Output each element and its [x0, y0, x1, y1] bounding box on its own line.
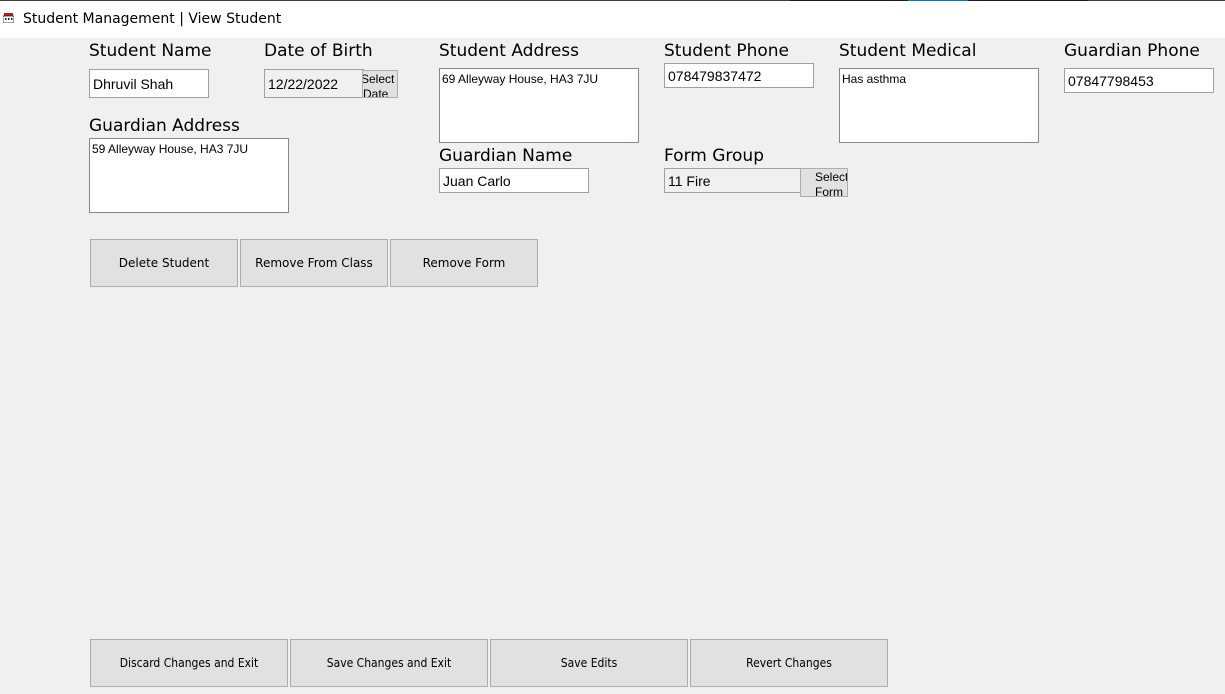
date-of-birth-input[interactable]	[264, 69, 364, 98]
save-changes-exit-button[interactable]: Save Changes and Exit	[290, 639, 488, 687]
select-form-button[interactable]: Select Form	[800, 168, 848, 197]
student-name-label: Student Name	[89, 41, 212, 61]
student-address-label: Student Address	[439, 41, 580, 61]
student-phone-label: Student Phone	[664, 41, 789, 61]
student-name-input[interactable]	[89, 69, 209, 98]
date-of-birth-label: Date of Birth	[264, 41, 373, 61]
guardian-phone-label: Guardian Phone	[1064, 41, 1200, 61]
save-edits-button[interactable]: Save Edits	[490, 639, 688, 687]
guardian-name-label: Guardian Name	[439, 146, 573, 166]
discard-changes-exit-button[interactable]: Discard Changes and Exit	[90, 639, 288, 687]
student-address-textarea[interactable]: 69 Alleyway House, HA3 7JU	[439, 68, 639, 143]
delete-student-button[interactable]: Delete Student	[90, 239, 238, 287]
guardian-address-textarea[interactable]: 59 Alleyway House, HA3 7JU	[89, 138, 289, 213]
guardian-address-label: Guardian Address	[89, 116, 240, 136]
remove-form-button[interactable]: Remove Form	[390, 239, 538, 287]
school-building-icon	[3, 13, 14, 23]
form-group-label: Form Group	[664, 146, 764, 166]
student-medical-label: Student Medical	[839, 41, 977, 61]
student-phone-input[interactable]	[664, 63, 814, 88]
select-date-button[interactable]: Select Date	[362, 70, 398, 98]
student-medical-textarea[interactable]: Has asthma	[839, 68, 1039, 143]
window-title: Student Management | View Student	[23, 11, 282, 27]
revert-changes-button[interactable]: Revert Changes	[690, 639, 888, 687]
remove-from-class-button[interactable]: Remove From Class	[240, 239, 388, 287]
title-bar: Student Management | View Student	[0, 1, 1225, 38]
form-group-input[interactable]	[664, 168, 814, 193]
guardian-name-input[interactable]	[439, 168, 589, 193]
guardian-phone-input[interactable]	[1064, 68, 1214, 93]
